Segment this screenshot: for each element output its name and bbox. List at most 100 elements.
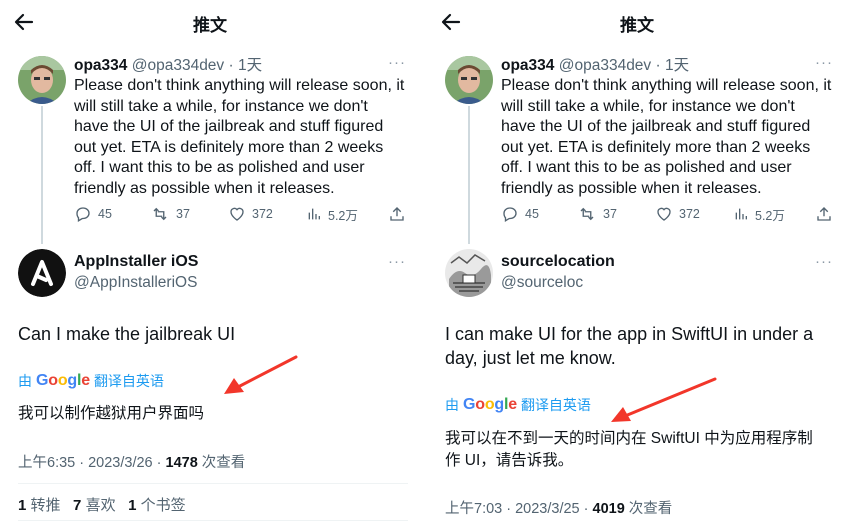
text-line: off. I want this to be as polished and u… — [501, 159, 792, 177]
text-line: 作 UI，请告诉我。 — [445, 452, 574, 469]
divider — [18, 483, 408, 484]
heart-icon — [230, 207, 244, 221]
translate-label: 翻译自英语 — [93, 373, 164, 389]
retweet-count: 37 — [603, 207, 617, 221]
text-line: will still take a while, for instance we… — [501, 97, 795, 115]
stat-label: 喜欢 — [85, 497, 116, 514]
avatar-opa334[interactable] — [18, 56, 66, 104]
red-arrow-annotation — [611, 377, 717, 422]
share-button[interactable] — [388, 203, 406, 225]
retweet-button[interactable]: 37 — [150, 203, 190, 225]
author-name[interactable]: AppInstaller iOS — [74, 253, 198, 271]
tweet-stats: 1 转推 7 喜欢 1 个书签 — [18, 494, 186, 515]
top-bar: 推文 — [427, 0, 841, 44]
like-count: 372 — [252, 207, 273, 221]
analytics-icon — [308, 208, 320, 220]
red-arrow-annotation — [224, 355, 298, 394]
retweet-button[interactable]: 37 — [577, 203, 617, 225]
tweet-actions: 45 37 372 5.2万 — [501, 203, 837, 225]
text-line: friendly as possible when it releases. — [501, 179, 762, 197]
author-handle[interactable]: @sourceloc — [501, 274, 583, 292]
translation-attribution[interactable]: 由 Google 翻译自英语 — [445, 395, 591, 415]
divider — [18, 520, 408, 521]
text-line: friendly as possible when it releases. — [74, 179, 335, 197]
share-button[interactable] — [815, 203, 833, 225]
text-line: will still take a while, for instance we… — [74, 97, 368, 115]
reply-count: 45 — [525, 207, 539, 221]
avatar-appinstaller[interactable] — [18, 249, 66, 297]
stat-label: 个书签 — [140, 497, 186, 514]
views-button[interactable]: 5.2万 — [733, 203, 785, 225]
reply-button[interactable]: 45 — [74, 203, 112, 225]
stat-number: 1 — [128, 497, 137, 514]
share-icon — [390, 207, 404, 221]
retweet-count: 37 — [176, 207, 190, 221]
tweet-text: Can I make the jailbreak UI — [18, 322, 235, 346]
time-date: 上午7:03 · 2023/3/25 · — [445, 501, 593, 517]
avatar-photo-icon — [445, 56, 493, 104]
google-logo-icon: Google — [36, 372, 90, 389]
like-count: 372 — [679, 207, 700, 221]
page-title: 推文 — [620, 16, 654, 35]
retweet-icon — [580, 207, 594, 221]
tweet-timestamp: 上午6:35 · 2023/3/26 · 1478 次查看 — [18, 451, 245, 472]
heart-icon — [657, 207, 671, 221]
author-handle[interactable]: @AppInstalleriOS — [74, 274, 197, 292]
translated-text: 我可以在不到一天的时间内在 SwiftUI 中为应用程序制 作 UI，请告诉我。 — [445, 428, 813, 472]
author-name[interactable]: opa334 — [501, 57, 554, 74]
more-options-icon[interactable]: ··· — [388, 54, 406, 71]
author-handle-time: @opa334dev · 1天 — [558, 57, 690, 74]
reply-icon — [76, 207, 90, 222]
translation-attribution[interactable]: 由 Google 翻译自英语 — [18, 371, 164, 391]
tweet-timestamp: 上午7:03 · 2023/3/25 · 4019 次查看 — [445, 497, 672, 518]
more-options-icon[interactable]: ··· — [388, 253, 406, 270]
author-handle-time: @opa334dev · 1天 — [131, 57, 263, 74]
text-line: day, just let me know. — [445, 348, 616, 368]
like-stat[interactable]: 7 喜欢 — [73, 497, 116, 514]
top-bar: 推文 — [0, 0, 420, 44]
views-count: 4019 — [592, 501, 625, 517]
thread-line — [41, 106, 43, 244]
translate-label: 翻译自英语 — [520, 397, 591, 413]
views-label: 次查看 — [624, 501, 673, 517]
tweet-detail-left: 推文 opa334 @opa334dev · 1天 ··· Please don… — [0, 0, 420, 526]
translated-text: 我可以制作越狱用户界面吗 — [18, 403, 204, 425]
text-line: have the UI of the jailbreak and stuff f… — [501, 118, 811, 136]
views-button[interactable]: 5.2万 — [306, 203, 358, 225]
text-line: Can I make the jailbreak UI — [18, 324, 236, 344]
analytics-icon — [735, 208, 747, 220]
text-line: out yet. ETA is definitely more than 2 w… — [74, 138, 384, 156]
reply-count: 45 — [98, 207, 112, 221]
avatar-photo-icon — [18, 56, 66, 104]
appinstaller-logo-icon — [18, 249, 66, 297]
more-options-icon[interactable]: ··· — [815, 54, 833, 71]
views-count: 1478 — [165, 455, 198, 471]
quote-header: opa334 @opa334dev · 1天 — [74, 53, 262, 75]
translate-prefix: 由 — [445, 397, 459, 413]
views-count: 5.2万 — [755, 208, 785, 223]
bookmark-stat[interactable]: 1 个书签 — [128, 497, 186, 514]
page-title: 推文 — [193, 16, 227, 35]
retweet-icon — [153, 207, 167, 221]
text-line: off. I want this to be as polished and u… — [74, 159, 365, 177]
share-icon — [817, 207, 831, 221]
author-name[interactable]: sourcelocation — [501, 253, 615, 271]
tweet-text: I can make UI for the app in SwiftUI in … — [445, 322, 813, 370]
stat-label: 转推 — [30, 497, 61, 514]
more-options-icon[interactable]: ··· — [815, 253, 833, 270]
like-button[interactable]: 372 — [655, 203, 700, 225]
text-line: I can make UI for the app in SwiftUI in … — [445, 324, 814, 344]
retweet-stat[interactable]: 1 转推 — [18, 497, 61, 514]
tweet-detail-right: 推文 opa334 @opa334dev · 1天 ··· Please don… — [427, 0, 841, 526]
like-button[interactable]: 372 — [228, 203, 273, 225]
views-count: 5.2万 — [328, 208, 358, 223]
text-line: 我可以在不到一天的时间内在 SwiftUI 中为应用程序制 — [445, 430, 813, 447]
author-name[interactable]: opa334 — [74, 57, 127, 74]
reply-button[interactable]: 45 — [501, 203, 539, 225]
avatar-sourcelocation[interactable] — [445, 249, 493, 297]
quoted-tweet-text: Please don't think anything will release… — [501, 76, 841, 200]
text-line: Please don't think anything will release… — [501, 77, 832, 94]
text-line: 我可以制作越狱用户界面吗 — [18, 405, 205, 422]
avatar-opa334[interactable] — [445, 56, 493, 104]
quote-header: opa334 @opa334dev · 1天 — [501, 53, 689, 75]
